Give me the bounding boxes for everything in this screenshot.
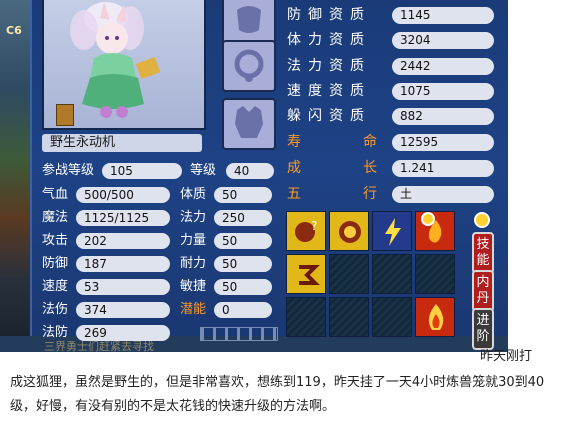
skill-slot-8[interactable] [415, 254, 455, 294]
skill-slot-11[interactable] [372, 297, 412, 337]
quality-value-stamina: 3204 [392, 32, 494, 49]
skill-slot-1[interactable]: ? [286, 211, 326, 251]
skill-slot-9[interactable] [286, 297, 326, 337]
stat-label-potential: 潜能 [180, 302, 207, 317]
quality-value-magic: 2442 [392, 58, 494, 75]
quality-value-dodge: 882 [392, 108, 494, 125]
attr-value-growth: 1.241 [392, 160, 494, 177]
caption-line-3: 级，好慢，有没有别的不是太花钱的快速升级的方法啊。 [10, 399, 336, 414]
skill-flame-icon [428, 304, 444, 330]
stat-label-magic: 法力 [180, 210, 207, 225]
quality-label-dodge: 躲闪资质 [287, 108, 371, 124]
advance-button[interactable]: 进阶 [472, 308, 494, 350]
stat-value-attack: 202 [76, 233, 170, 249]
pet-attribute-panel: 野生永动机 参战等级 105 气血 500/500 魔法 1125/1125 攻… [30, 0, 508, 350]
stat-value-speed: 53 [76, 279, 170, 295]
stat-label-defense: 防御 [42, 256, 69, 271]
skill-slot-10[interactable] [329, 297, 369, 337]
skill-grid: ? [286, 211, 458, 339]
quality-value-defense: 1145 [392, 7, 494, 24]
scene-tag: C6 [6, 24, 22, 37]
equip-slot-2[interactable] [222, 40, 276, 92]
stat-label-constitution: 体质 [180, 187, 207, 202]
attr-value-element: 土 [392, 186, 494, 203]
stat-label-strength: 力量 [180, 233, 207, 248]
attr-label-lifespan-a: 寿 [287, 134, 301, 150]
neidan-button[interactable]: 内丹 [472, 270, 494, 312]
stat-label-endurance: 耐力 [180, 256, 207, 271]
quality-label-stamina: 体力资质 [287, 32, 371, 48]
skill-slot-6[interactable] [329, 254, 369, 294]
attr-label-element-a: 五 [287, 186, 301, 202]
attr-label-lifespan-b: 命 [363, 134, 377, 150]
glove-icon [237, 6, 261, 33]
stat-label-battle-level: 参战等级 [42, 163, 95, 178]
attr-label-element: 五 行 [287, 185, 379, 203]
stat-value-endurance: 50 [214, 256, 272, 272]
skill-slot-12[interactable] [415, 297, 455, 337]
decorative-border [200, 327, 278, 341]
armor-icon [235, 106, 263, 138]
attr-label-growth-a: 成 [287, 160, 301, 176]
stat-label-level: 等级 [190, 163, 217, 178]
stat-label-magic-defense: 法防 [42, 325, 69, 340]
stat-label-mp: 魔法 [42, 210, 69, 225]
attr-label-element-b: 行 [363, 186, 377, 202]
equip-slot-3[interactable] [222, 98, 276, 150]
skill-slot-5[interactable] [286, 254, 326, 294]
skill-toggle-icon[interactable] [421, 212, 435, 226]
stat-value-magic-defense: 269 [76, 325, 170, 341]
skill-lightning-icon [385, 218, 401, 246]
book-icon[interactable] [56, 104, 74, 126]
stat-value-defense: 187 [76, 256, 170, 272]
skills-button[interactable]: 技能 [472, 232, 494, 274]
quality-label-magic: 法力资质 [287, 58, 371, 74]
quality-label-speed: 速度资质 [287, 83, 371, 99]
caption-line-2: 成这狐狸，虽然是野生的，但是非常喜欢，想练到119，昨天挂了一天4小时炼兽笼就3… [10, 375, 545, 390]
stat-value-strength: 50 [214, 233, 272, 249]
attr-value-lifespan: 12595 [392, 134, 494, 151]
stat-value-mp: 1125/1125 [76, 210, 170, 226]
skill-head-icon: ? [295, 219, 317, 242]
stat-value-hp: 500/500 [76, 187, 170, 203]
quality-value-speed: 1075 [392, 83, 494, 100]
stat-value-magic-damage: 374 [76, 302, 170, 318]
caption-line-1-tail: 昨天刚打 [480, 349, 533, 364]
attr-label-lifespan: 寿 命 [287, 133, 379, 151]
stat-value-level: 40 [226, 163, 274, 179]
stat-label-magic-damage: 法伤 [42, 302, 69, 317]
stat-value-battle-level: 105 [102, 163, 182, 179]
stat-value-agility: 50 [214, 279, 272, 295]
skill-glyph-icon [299, 265, 320, 285]
skill-face-icon [339, 221, 361, 243]
attr-label-growth: 成 长 [287, 159, 379, 177]
attr-label-growth-b: 长 [363, 160, 377, 176]
game-window: C6 三界勇士们赶紧去寻找 野生永动机 参战等级 105 气血 500/500 … [0, 0, 508, 352]
pet-portrait [42, 0, 206, 130]
stat-value-magic: 250 [214, 210, 272, 226]
stat-label-attack: 攻击 [42, 233, 69, 248]
pet-name-field[interactable]: 野生永动机 [42, 134, 202, 152]
stat-value-constitution: 50 [214, 187, 272, 203]
stat-value-potential: 0 [214, 302, 272, 318]
skill-slot-7[interactable] [372, 254, 412, 294]
skill-slot-2[interactable] [329, 211, 369, 251]
stat-label-hp: 气血 [42, 187, 69, 202]
side-toggle-icon[interactable] [474, 212, 490, 228]
skill-slot-3[interactable] [372, 211, 412, 251]
stat-label-agility: 敏捷 [180, 279, 207, 294]
stat-label-speed: 速度 [42, 279, 69, 294]
svg-text:?: ? [311, 219, 317, 233]
quality-label-defense: 防御资质 [287, 7, 371, 23]
collar-icon [234, 49, 264, 82]
